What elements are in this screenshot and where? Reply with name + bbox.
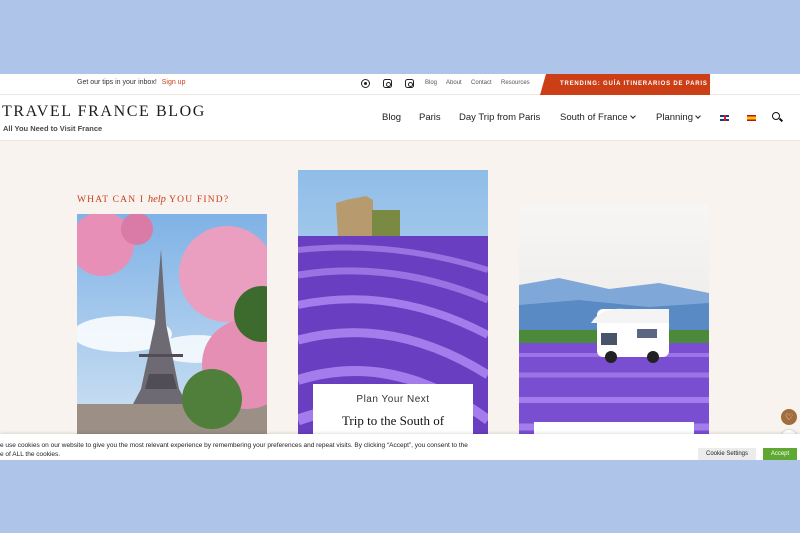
site-tagline: All You Need to Visit France [3,124,103,133]
promo-text: Get our tips in your inbox! [77,79,157,86]
nav-item-south-of-france[interactable]: South of France [560,112,636,123]
top-bar: Get our tips in your inbox! Sign up Blog… [0,74,800,95]
heart-icon[interactable]: ♡ [781,409,797,425]
cookie-message-line2: e of ALL the cookies. [0,451,61,458]
cookie-accept-button[interactable]: Accept [763,448,797,460]
hero-eyebrow: WHAT CAN I help YOU FIND? [77,194,229,205]
cookie-message: e use cookies on our website to give you… [0,441,560,459]
nav-item-blog[interactable]: Blog [382,112,401,123]
newsletter-promo: Get our tips in your inbox! Sign up [77,79,185,86]
site-logo[interactable]: TRAVEL FRANCE BLOG [2,103,206,121]
topbar-link-blog[interactable]: Blog [425,80,437,86]
chevron-down-icon [629,113,636,119]
road-trip-card[interactable] [519,205,709,434]
topbar-link-resources[interactable]: Resources [501,80,530,86]
facebook-icon[interactable] [361,79,370,88]
search-icon[interactable] [772,112,780,120]
eyebrow-text-before: WHAT CAN I [77,195,148,205]
card-caption-partial[interactable] [534,422,694,434]
trending-banner[interactable]: TRENDING: GUÍA ITINERARIOS DE PARIS [540,74,710,95]
paris-card[interactable] [77,214,267,434]
card-caption[interactable]: Plan Your Next Trip to the South of [313,384,473,434]
caption-line2: Trip to the South of [341,413,445,428]
uk-flag-icon[interactable] [720,115,729,121]
nav-label-planning: Planning [656,112,693,123]
eyebrow-text-after: YOU FIND? [165,195,230,205]
cookie-settings-button[interactable]: Cookie Settings [698,448,756,460]
instagram-icon[interactable] [383,79,392,88]
signup-link[interactable]: Sign up [162,79,186,86]
spain-flag-icon[interactable] [747,115,756,121]
cookie-message-line1: e use cookies on our website to give you… [0,442,468,449]
site-header: TRAVEL FRANCE BLOG All You Need to Visit… [0,95,800,141]
south-of-france-card[interactable]: Plan Your Next Trip to the South of [298,170,488,434]
pinterest-icon[interactable] [405,79,414,88]
topbar-link-contact[interactable]: Contact [471,80,492,86]
camper-van-photo [519,205,709,434]
nav-item-planning[interactable]: Planning [656,112,701,123]
topbar-link-about[interactable]: About [446,80,462,86]
chevron-down-icon [695,113,701,119]
caption-line1: Plan Your Next [356,394,430,405]
nav-item-paris[interactable]: Paris [419,112,441,123]
eiffel-tower-photo [77,214,267,434]
cookie-consent-banner: e use cookies on our website to give you… [0,434,800,460]
website-viewport: Get our tips in your inbox! Sign up Blog… [0,74,800,460]
eyebrow-script-word: help [147,194,166,205]
nav-item-day-trip[interactable]: Day Trip from Paris [459,112,540,123]
nav-label-south-of-france: South of France [560,112,628,123]
